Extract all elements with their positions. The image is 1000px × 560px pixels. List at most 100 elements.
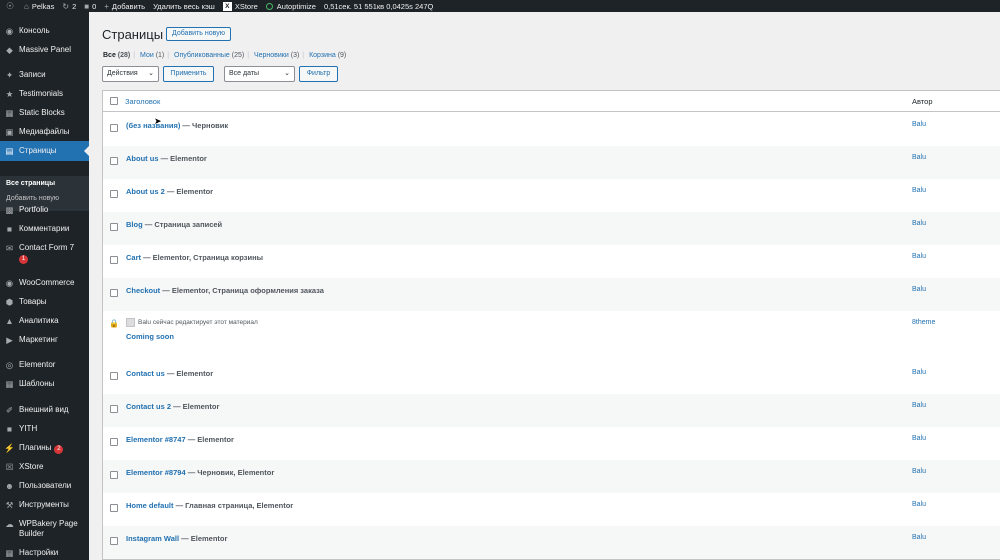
row-title-link[interactable]: Checkout	[126, 286, 160, 295]
row-author-link[interactable]: Balu	[912, 253, 926, 260]
submenu-all-pages[interactable]: Все страницы	[6, 180, 55, 187]
wordpress-logo-icon[interactable]: ☉	[0, 0, 20, 12]
row-post-state: — Elementor	[164, 187, 214, 196]
separator: |	[247, 52, 250, 59]
row-checkbox[interactable]	[110, 289, 118, 297]
page-title: Страницы	[102, 27, 164, 42]
apply-button[interactable]: Применить	[163, 66, 214, 82]
row-author-link[interactable]: Balu	[912, 501, 926, 508]
row-author-link[interactable]: Balu	[912, 402, 926, 409]
filter-button[interactable]: Фильтр	[299, 66, 338, 82]
row-checkbox[interactable]	[110, 438, 118, 446]
row-checkbox[interactable]	[110, 537, 118, 545]
sidebar-item-dashboard[interactable]: ◉ Консоль	[0, 26, 89, 36]
sidebar-item-plugins[interactable]: ⚡ Плагины 2	[0, 443, 89, 454]
row-title-link[interactable]: Elementor #8747	[126, 435, 186, 444]
add-new-page-button[interactable]: Добавить новую	[166, 27, 231, 41]
column-title-header[interactable]: Заголовок	[125, 97, 160, 106]
sidebar-item-massive-panel[interactable]: ◆ Massive Panel	[0, 45, 89, 55]
row-author-link[interactable]: Balu	[912, 369, 926, 376]
row-title-link[interactable]: Coming soon	[126, 332, 174, 341]
wpbakery-icon: ☁	[5, 519, 14, 529]
row-post-state: — Страница записей	[142, 220, 223, 229]
sidebar-item-contact-form[interactable]: ✉ Contact Form 71	[0, 243, 89, 264]
view-drafts[interactable]: Черновики (3)	[254, 52, 299, 59]
row-title-link[interactable]: Instagram Wall	[126, 534, 179, 543]
autoptimize-link[interactable]: Autoptimize	[262, 0, 320, 12]
view-all[interactable]: Все (28)	[103, 52, 130, 59]
sidebar-item-portfolio[interactable]: ▩ Portfolio	[0, 205, 89, 215]
row-checkbox[interactable]	[110, 372, 118, 380]
sidebar-item-yith[interactable]: ■ YITH	[0, 424, 89, 434]
row-title-link[interactable]: About us	[126, 154, 159, 163]
table-row: Home default — Главная страница, Element…	[103, 493, 1000, 526]
row-author-link[interactable]: Balu	[912, 286, 926, 293]
row-title-link[interactable]: Contact us	[126, 369, 165, 378]
updates-link[interactable]: ↻ 2	[58, 0, 80, 12]
sidebar-item-pages[interactable]: ▤ Страницы	[0, 141, 89, 161]
sidebar-item-appearance[interactable]: ✐ Внешний вид	[0, 405, 89, 415]
view-published[interactable]: Опубликованные (25)	[174, 52, 244, 59]
new-content-link[interactable]: + Добавить	[100, 0, 149, 12]
row-checkbox[interactable]	[110, 124, 118, 132]
row-checkbox[interactable]	[110, 190, 118, 198]
sidebar-item-testimonials[interactable]: ★ Testimonials	[0, 89, 89, 99]
row-post-state: — Черновик, Elementor	[185, 468, 275, 477]
sidebar-item-comments[interactable]: ■ Комментарии	[0, 224, 89, 234]
select-all-checkbox[interactable]	[110, 97, 118, 105]
update-badge: 1	[19, 255, 28, 264]
sidebar-item-products[interactable]: ⬢ Товары	[0, 297, 89, 307]
chevron-down-icon: ⌄	[148, 70, 154, 77]
portfolio-icon: ▩	[5, 205, 14, 215]
site-name-link[interactable]: ⌂ Pelkas	[20, 0, 58, 12]
static-blocks-icon: ▦	[5, 108, 14, 118]
row-title-link[interactable]: Blog	[126, 220, 143, 229]
view-mine[interactable]: Мои (1)	[140, 52, 164, 59]
view-trash[interactable]: Корзина (9)	[309, 52, 346, 59]
row-author-link[interactable]: Balu	[912, 154, 926, 161]
row-checkbox[interactable]	[110, 405, 118, 413]
row-title-link[interactable]: Cart	[126, 253, 141, 262]
update-badge: 2	[54, 445, 64, 454]
comments-link[interactable]: ■ 0	[80, 0, 100, 12]
row-post-state: — Elementor	[158, 154, 207, 163]
row-author-link[interactable]: Balu	[912, 187, 926, 194]
row-title-link[interactable]: Elementor #8794	[126, 468, 186, 477]
sidebar-item-settings[interactable]: ▦ Настройки	[0, 548, 89, 558]
sidebar-item-wpbakery[interactable]: ☁ WPBakery Page Builder	[0, 519, 89, 539]
sidebar-item-marketing[interactable]: ▶ Маркетинг	[0, 335, 89, 345]
row-checkbox[interactable]	[110, 223, 118, 231]
row-author-link[interactable]: Balu	[912, 468, 926, 475]
row-author-link[interactable]: Balu	[912, 121, 926, 128]
sidebar-item-media[interactable]: ▣ Медиафайлы	[0, 127, 89, 137]
submenu-add-new[interactable]: Добавить новую	[6, 195, 59, 202]
table-row: Contact us — Elementor Balu	[103, 361, 1000, 394]
sidebar-item-woocommerce[interactable]: ◉ WooCommerce	[0, 278, 89, 288]
row-checkbox[interactable]	[110, 157, 118, 165]
sidebar-item-users[interactable]: ☻ Пользователи	[0, 481, 89, 491]
xstore-link[interactable]: X XStore	[219, 0, 262, 12]
row-author-link[interactable]: Balu	[912, 435, 926, 442]
bulk-actions-select[interactable]: Действия ⌄	[102, 66, 159, 82]
clear-cache-link[interactable]: Удалить весь кэш	[149, 0, 219, 12]
sidebar-item-templates[interactable]: ▦ Шаблоны	[0, 379, 89, 389]
row-title-link[interactable]: Contact us 2	[126, 402, 171, 411]
row-title-link[interactable]: About us 2	[126, 187, 165, 196]
row-checkbox[interactable]	[110, 256, 118, 264]
sidebar-item-analytics[interactable]: ▲ Аналитика	[0, 316, 89, 326]
sidebar-item-xstore[interactable]: ☒ XStore	[0, 462, 89, 472]
sidebar-item-static-blocks[interactable]: ▦ Static Blocks	[0, 108, 89, 118]
sidebar-item-posts[interactable]: ✦ Записи	[0, 70, 89, 80]
dates-select[interactable]: Все даты ⌄	[224, 66, 295, 82]
row-checkbox[interactable]	[110, 504, 118, 512]
sidebar-item-tools[interactable]: ⚒ Инструменты	[0, 500, 89, 510]
sidebar-item-elementor[interactable]: ◎ Elementor	[0, 360, 89, 370]
row-post-state: — Elementor, Страница оформления заказа	[160, 286, 324, 295]
templates-icon: ▦	[5, 379, 14, 389]
row-title-link[interactable]: Home default	[126, 501, 174, 510]
row-author-link[interactable]: 8theme	[912, 319, 935, 326]
table-row: (без названия) — Черновик Balu	[103, 113, 1000, 146]
row-author-link[interactable]: Balu	[912, 534, 926, 541]
row-author-link[interactable]: Balu	[912, 220, 926, 227]
row-checkbox[interactable]	[110, 471, 118, 479]
